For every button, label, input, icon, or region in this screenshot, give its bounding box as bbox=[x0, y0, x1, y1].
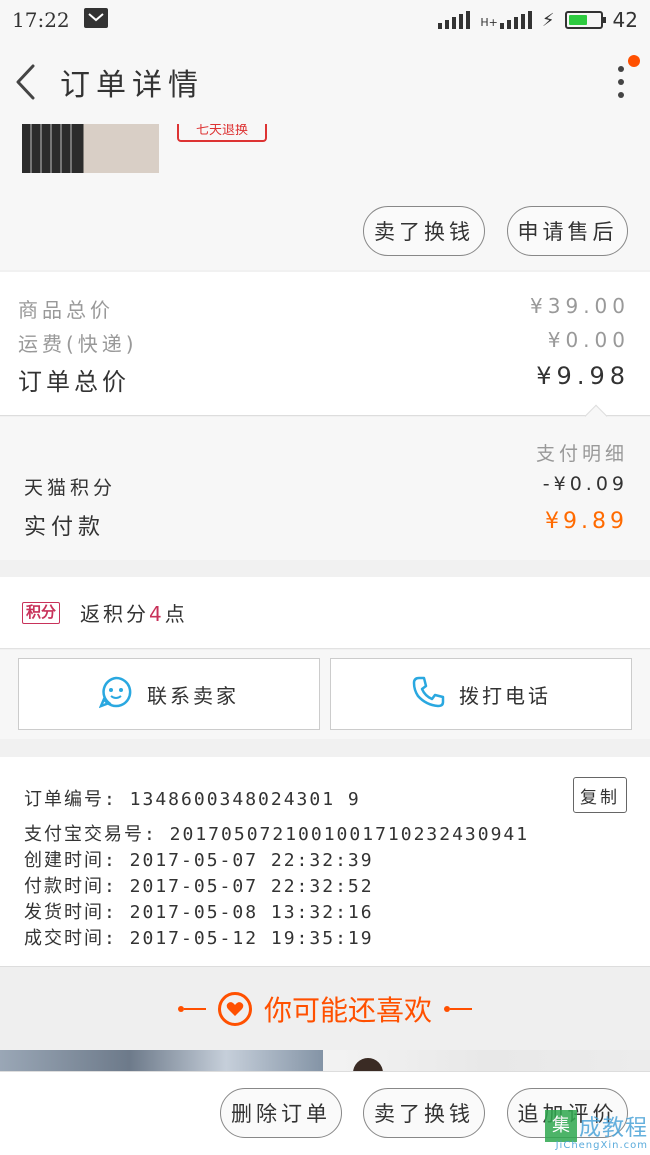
phone-icon bbox=[411, 675, 445, 714]
completed-time: 成交时间: 2017-05-12 19:35:19 bbox=[24, 928, 374, 949]
network-type: H+ bbox=[480, 16, 498, 29]
bottom-action-bar: 删除订单 卖了换钱 追加评价 集 成教程 JiChengXin.com bbox=[0, 1071, 650, 1155]
heart-icon bbox=[217, 991, 252, 1026]
return-policy-tag: 七天退换 bbox=[177, 124, 267, 142]
points-text: 返积分4点 bbox=[80, 598, 188, 627]
watermark: 集 成教程 JiChengXin.com bbox=[544, 1110, 648, 1151]
decor-line-left bbox=[177, 1005, 206, 1012]
status-bar: 17:22 H+ ⚡ 42 bbox=[0, 0, 650, 40]
shipping-label: 运费(快递) bbox=[18, 332, 138, 356]
paid-amount-row: 实付款 ¥9.89 bbox=[24, 509, 628, 541]
battery-icon bbox=[564, 11, 606, 29]
paid-time: 付款时间: 2017-05-07 22:32:52 bbox=[24, 876, 374, 897]
payment-detail: 支付明细 天猫积分 -¥0.09 实付款 ¥9.89 bbox=[0, 404, 650, 560]
order-total-label: 订单总价 bbox=[18, 368, 130, 396]
decor-line-right bbox=[444, 1005, 472, 1012]
goods-total-row: 商品总价 ¥39.00 bbox=[18, 294, 630, 323]
points-badge: 积分 bbox=[22, 601, 61, 624]
app-header: 订单详情 bbox=[0, 40, 650, 124]
order-info: 订单编号: 1348600348024301 9 复制 支付宝交易号: 2017… bbox=[0, 757, 650, 966]
call-phone-label: 拨打电话 bbox=[459, 683, 551, 708]
paid-amount-value: ¥9.89 bbox=[545, 509, 628, 534]
order-number: 订单编号: 1348600348024301 9 bbox=[24, 789, 361, 810]
sell-for-cash-bottom-button[interactable]: 卖了换钱 bbox=[363, 1088, 485, 1138]
goods-total-label: 商品总价 bbox=[18, 298, 114, 322]
call-phone-button[interactable]: 拨打电话 bbox=[330, 658, 632, 730]
battery-level: 42 bbox=[612, 8, 638, 32]
product-image[interactable] bbox=[22, 124, 159, 173]
paid-amount-label: 实付款 bbox=[24, 515, 106, 540]
tmall-points-label: 天猫积分 bbox=[24, 477, 117, 499]
contact-seller-label: 联系卖家 bbox=[147, 683, 239, 708]
points-prefix: 返积分 bbox=[80, 602, 150, 626]
charging-icon: ⚡ bbox=[541, 9, 555, 31]
payment-detail-link[interactable]: 支付明细 bbox=[536, 439, 628, 466]
notification-icon bbox=[83, 7, 108, 33]
points-count: 4 bbox=[149, 602, 165, 626]
recommend-title: 你可能还喜欢 bbox=[263, 993, 432, 1027]
watermark-text: 成教程 bbox=[578, 1116, 648, 1141]
watermark-logo: 集 bbox=[544, 1110, 577, 1142]
status-time: 17:22 bbox=[12, 8, 70, 32]
points-reward: 积分 返积分4点 bbox=[0, 577, 650, 649]
copy-order-number-button[interactable]: 复制 bbox=[573, 777, 627, 813]
tmall-points-value: -¥0.09 bbox=[542, 473, 628, 495]
sell-for-cash-button[interactable]: 卖了换钱 bbox=[363, 206, 485, 256]
watermark-url: JiChengXin.com bbox=[555, 1140, 648, 1151]
signal-icon bbox=[438, 11, 471, 29]
more-vertical-icon[interactable] bbox=[606, 55, 640, 107]
alipay-transaction-number: 支付宝交易号: 2017050721001001710232430941 bbox=[24, 824, 530, 845]
page-title: 订单详情 bbox=[60, 68, 204, 103]
shipping-row: 运费(快递) ¥0.00 bbox=[18, 328, 630, 357]
recommend-banner: 你可能还喜欢 bbox=[0, 966, 650, 1050]
back-chevron-icon[interactable] bbox=[14, 62, 44, 102]
order-total-value: ¥9.98 bbox=[536, 362, 630, 390]
apply-after-sale-button[interactable]: 申请售后 bbox=[507, 206, 628, 256]
goods-total-value: ¥39.00 bbox=[530, 294, 630, 318]
created-time: 创建时间: 2017-05-07 22:32:39 bbox=[24, 850, 374, 871]
shipped-time: 发货时间: 2017-05-08 13:32:16 bbox=[24, 902, 374, 923]
points-suffix: 点 bbox=[164, 602, 188, 626]
signal-icon-2 bbox=[499, 11, 532, 29]
chat-bubble-icon bbox=[98, 675, 133, 714]
price-summary: 商品总价 ¥39.00 运费(快递) ¥0.00 订单总价 ¥9.98 bbox=[0, 272, 650, 416]
tmall-points-row: 天猫积分 -¥0.09 bbox=[24, 473, 628, 500]
contact-actions: 联系卖家 拨打电话 bbox=[0, 650, 650, 739]
order-total-row: 订单总价 ¥9.98 bbox=[18, 362, 630, 397]
notification-dot bbox=[628, 55, 640, 67]
shipping-value: ¥0.00 bbox=[547, 328, 630, 352]
delete-order-button[interactable]: 删除订单 bbox=[220, 1088, 342, 1138]
product-card: 七天退换 卖了换钱 申请售后 bbox=[0, 124, 650, 270]
contact-seller-button[interactable]: 联系卖家 bbox=[18, 658, 320, 730]
